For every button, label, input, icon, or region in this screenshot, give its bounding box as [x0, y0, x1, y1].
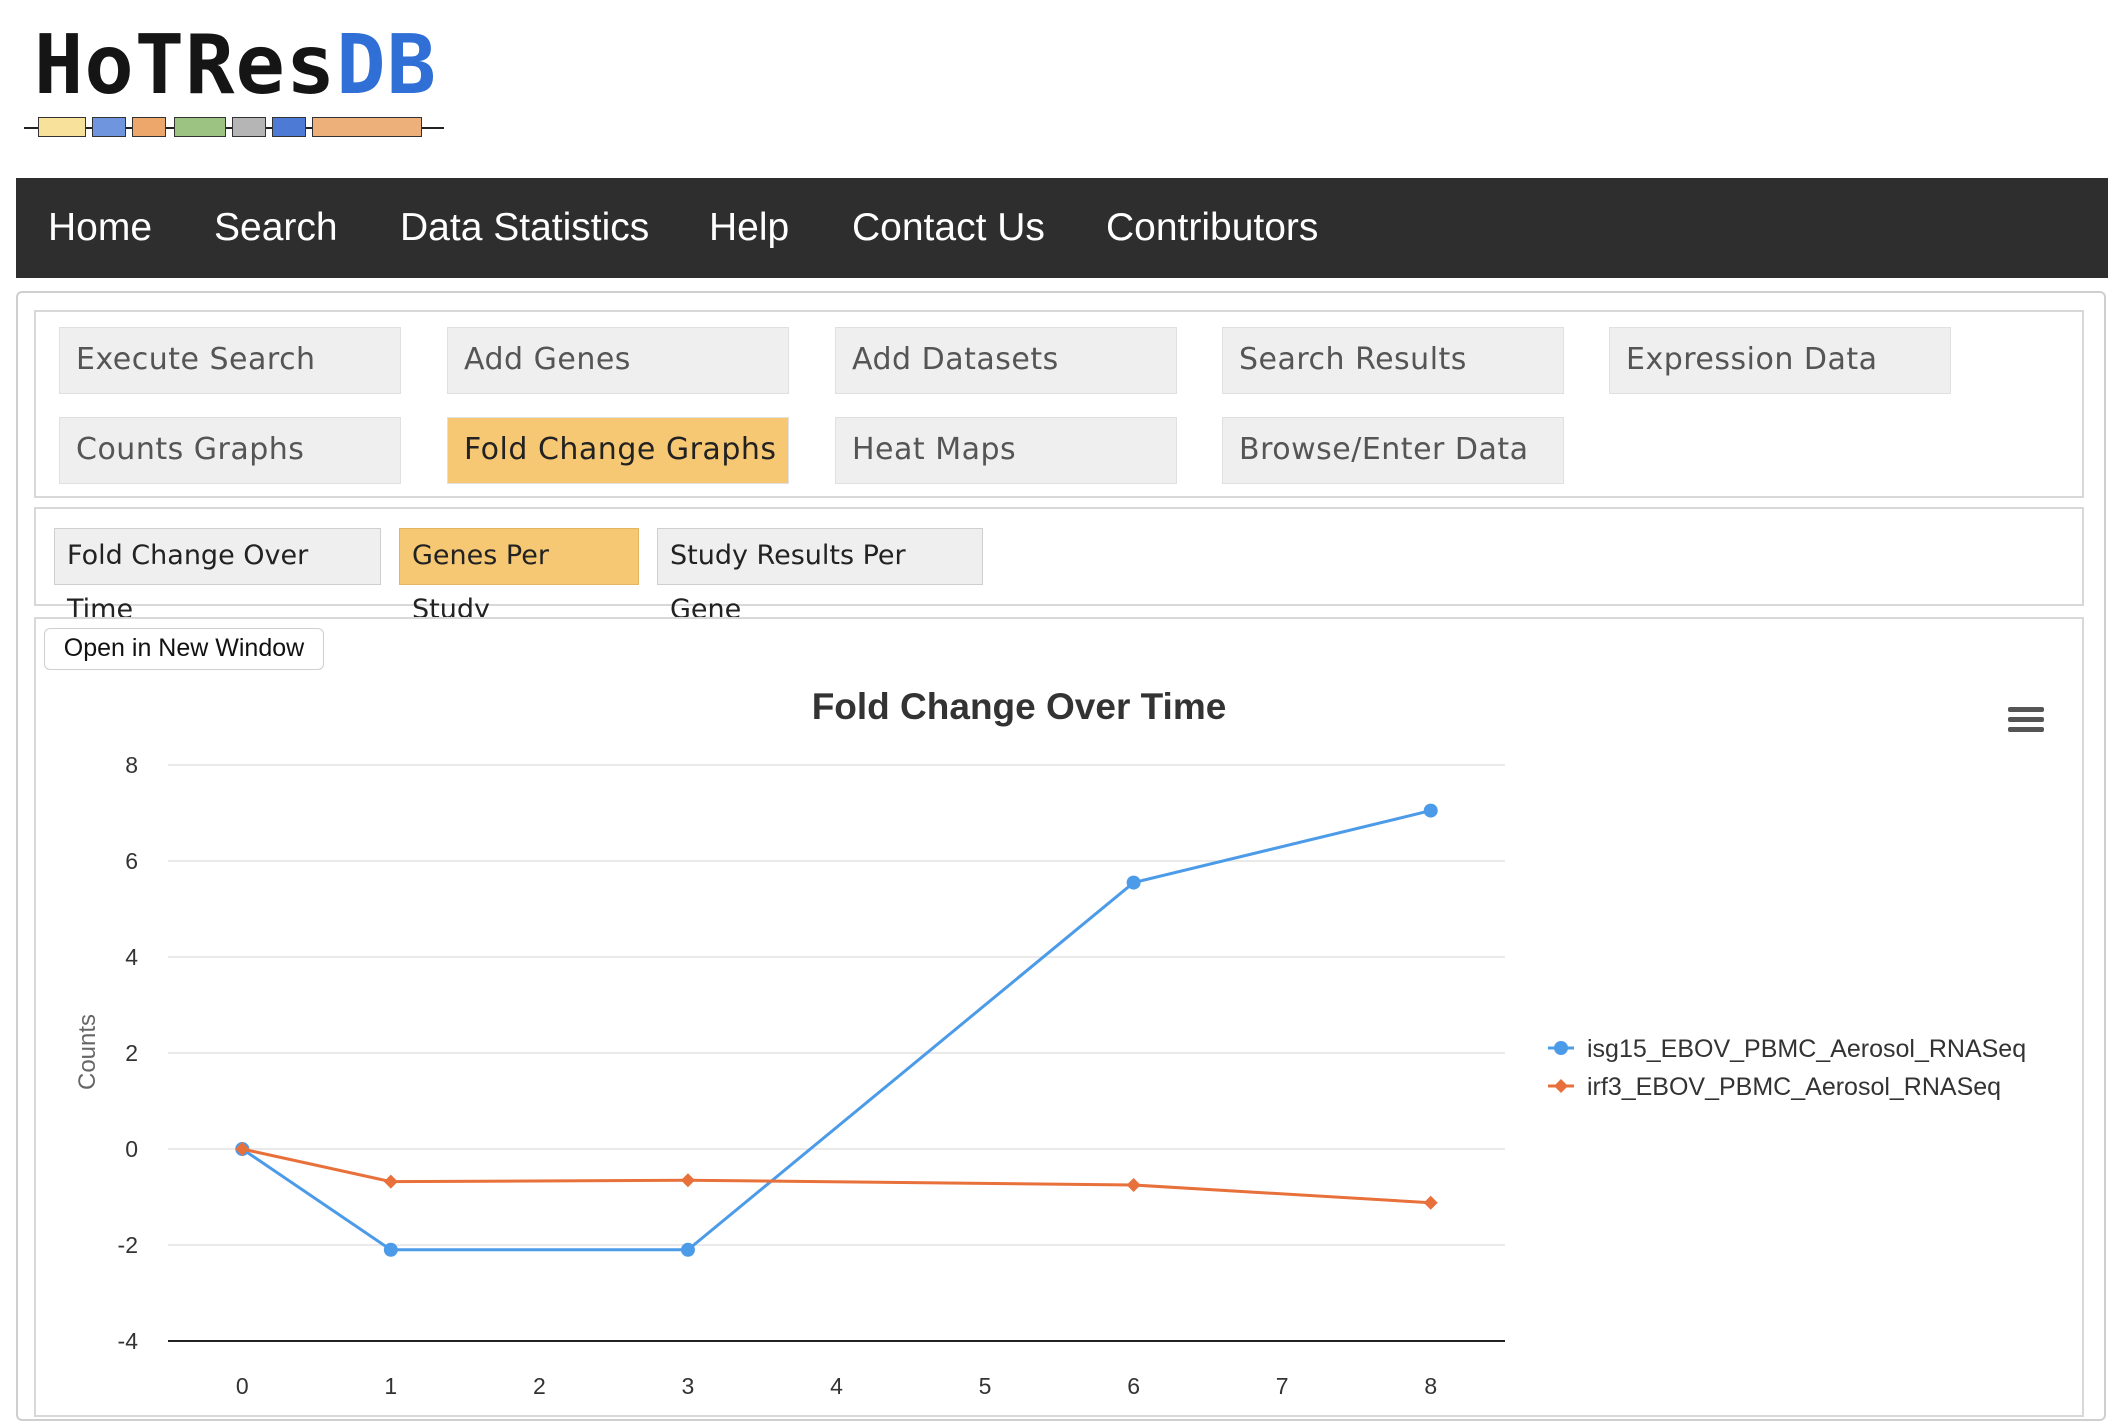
- legend-marker: [1554, 1079, 1568, 1093]
- data-point: [383, 1174, 398, 1189]
- chart-series: [235, 803, 1438, 1257]
- data-point: [1126, 875, 1141, 890]
- chart-grid: -4 -2 0 2 4 6 8 0 1 2 3 4 5 6 7 8: [118, 752, 1505, 1399]
- y-tick-label: 8: [125, 752, 138, 778]
- x-tick-label: 2: [533, 1373, 546, 1399]
- series-line: [241, 1147, 1431, 1205]
- data-point: [383, 1242, 398, 1257]
- data-point: [1423, 1195, 1438, 1210]
- x-tick-label: 7: [1276, 1373, 1289, 1399]
- y-tick-label: 4: [125, 944, 138, 970]
- data-point: [1126, 1178, 1141, 1192]
- legend-label: isg15_EBOV_PBMC_Aerosol_RNASeq: [1587, 1035, 2026, 1063]
- x-tick-label: 3: [682, 1373, 695, 1399]
- x-tick-label: 4: [830, 1373, 843, 1399]
- x-tick-label: 8: [1424, 1373, 1437, 1399]
- legend-marker: [1554, 1041, 1568, 1055]
- series-line: [241, 809, 1432, 1252]
- data-point: [680, 1173, 695, 1188]
- x-tick-label: 0: [236, 1373, 249, 1399]
- chart-title: Fold Change Over Time: [812, 686, 1227, 727]
- y-tick-label: -2: [118, 1232, 138, 1258]
- y-tick-label: 0: [125, 1136, 138, 1162]
- data-point: [680, 1242, 695, 1257]
- fold-change-chart: Fold Change Over Time Counts -4 -2 0 2 4 6 8 0 1…: [74, 686, 2044, 1399]
- legend-label: irf3_EBOV_PBMC_Aerosol_RNASeq: [1587, 1073, 2001, 1101]
- y-tick-label: -4: [118, 1328, 139, 1354]
- data-point: [1423, 803, 1438, 818]
- y-tick-label: 6: [125, 848, 138, 874]
- x-tick-label: 6: [1127, 1373, 1140, 1399]
- x-tick-label: 1: [384, 1373, 397, 1399]
- y-axis-title: Counts: [74, 1014, 101, 1090]
- chart-legend[interactable]: isg15_EBOV_PBMC_Aerosol_RNASeq irf3_EBOV_…: [1548, 1035, 2026, 1101]
- hamburger-menu-icon[interactable]: [2008, 707, 2044, 732]
- y-tick-label: 2: [125, 1040, 138, 1066]
- x-tick-label: 5: [979, 1373, 992, 1399]
